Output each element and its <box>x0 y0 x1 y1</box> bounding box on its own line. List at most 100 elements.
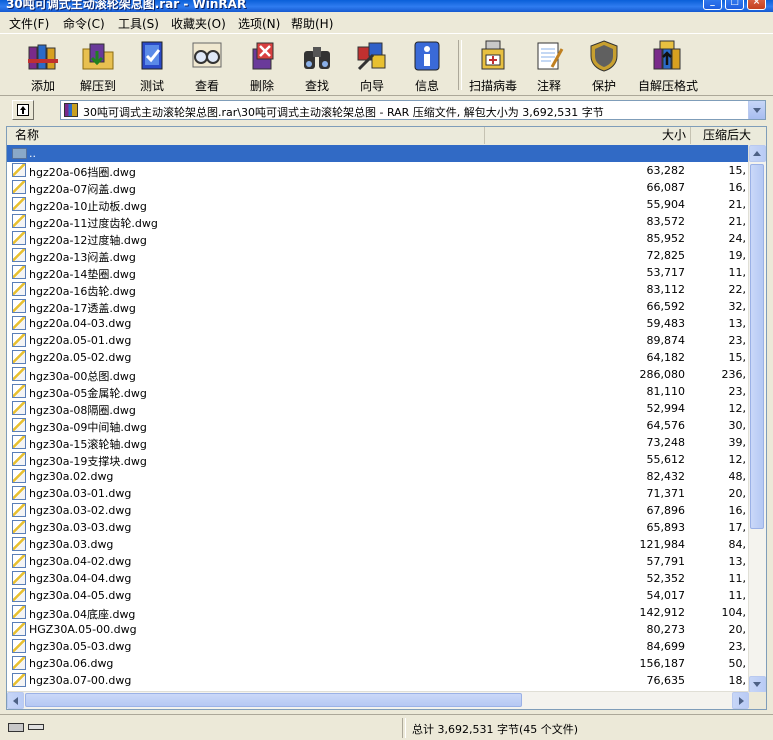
table-row[interactable]: hgz30a.03-03.dwg 65,893 17, <box>7 519 749 536</box>
column-size-header[interactable]: 大小 <box>485 127 691 144</box>
virus-scan-button[interactable]: 扫描病毒 <box>467 37 519 93</box>
table-row[interactable]: hgz20a-10止动板.dwg 55,904 21, <box>7 196 749 213</box>
parent-folder-row[interactable]: .. <box>7 145 749 162</box>
table-row[interactable]: hgz20a.05-01.dwg 89,874 23, <box>7 332 749 349</box>
file-packed-size: 13, <box>728 555 747 568</box>
minimize-button[interactable]: _ <box>703 0 722 10</box>
file-name: hgz30a-19支撑块.dwg <box>29 455 147 468</box>
window-title: 30吨可调式主动滚轮架总图.rar - WinRAR <box>6 0 247 11</box>
sfx-button[interactable]: 自解压格式 <box>638 37 698 93</box>
table-row[interactable]: hgz30a.06.dwg 156,187 50, <box>7 655 749 672</box>
info-button[interactable]: 信息 <box>401 37 453 93</box>
table-row[interactable]: HGZ30A.05-00.dwg 80,273 20, <box>7 621 749 638</box>
column-name-header[interactable]: 名称 <box>7 127 485 144</box>
menu-help[interactable]: 帮助(H) <box>291 15 333 32</box>
file-size: 72,825 <box>646 249 686 262</box>
find-button[interactable]: 查找 <box>291 37 343 93</box>
table-row[interactable]: hgz20a.04-03.dwg 59,483 13, <box>7 315 749 332</box>
column-packed-header[interactable]: 压缩后大 <box>691 127 766 144</box>
table-row[interactable]: hgz30a.02.dwg 82,432 48, <box>7 468 749 485</box>
file-name: hgz20a.05-01.dwg <box>29 334 132 347</box>
scroll-up-button[interactable] <box>749 145 766 162</box>
file-name: hgz30a.04底座.dwg <box>29 608 136 621</box>
file-size: 83,572 <box>646 215 686 228</box>
maximize-button[interactable]: □ <box>725 0 744 10</box>
view-button[interactable]: 查看 <box>181 37 233 93</box>
vertical-scroll-thumb[interactable] <box>750 164 764 529</box>
table-row[interactable]: hgz30a.03.dwg 121,984 84, <box>7 536 749 553</box>
menu-file[interactable]: 文件(F) <box>9 15 49 32</box>
close-icon: × <box>752 0 761 7</box>
table-row[interactable]: hgz30a.05-03.dwg 84,699 23, <box>7 638 749 655</box>
table-row[interactable]: hgz30a.04-04.dwg 52,352 11, <box>7 570 749 587</box>
delete-button[interactable]: 删除 <box>236 37 288 93</box>
file-packed-size: 15, <box>728 164 747 177</box>
dwg-file-icon <box>12 367 26 381</box>
table-row[interactable]: hgz20a-14垫圈.dwg 53,717 11, <box>7 264 749 281</box>
table-row[interactable]: hgz20a-13闷盖.dwg 72,825 19, <box>7 247 749 264</box>
menu-options[interactable]: 选项(N) <box>238 15 280 32</box>
scroll-right-button[interactable] <box>732 692 749 709</box>
table-row[interactable]: hgz30a.04-05.dwg 54,017 11, <box>7 587 749 604</box>
add-button[interactable]: 添加 <box>17 37 69 93</box>
table-row[interactable]: hgz30a-15滚轮轴.dwg 73,248 39, <box>7 434 749 451</box>
table-row[interactable]: hgz30a-05金属轮.dwg 81,110 23, <box>7 383 749 400</box>
table-row[interactable]: hgz20a-16齿轮.dwg 83,112 22, <box>7 281 749 298</box>
drive-icon[interactable] <box>8 723 24 732</box>
address-field[interactable]: 30吨可调式主动滚轮架总图.rar\30吨可调式主动滚轮架总图 - RAR 压缩… <box>60 100 766 120</box>
address-dropdown-button[interactable] <box>748 101 765 119</box>
info-icon <box>414 41 440 71</box>
file-packed-size: 21, <box>728 215 747 228</box>
dwg-file-icon <box>12 333 26 347</box>
table-row[interactable]: hgz20a-11过度齿轮.dwg 83,572 21, <box>7 213 749 230</box>
dwg-file-icon <box>12 452 26 466</box>
table-row[interactable]: hgz30a-08隔圈.dwg 52,994 12, <box>7 400 749 417</box>
menu-tools[interactable]: 工具(S) <box>118 15 159 32</box>
protect-button[interactable]: 保护 <box>578 37 630 93</box>
table-row[interactable]: hgz20a-17透盖.dwg 66,592 32, <box>7 298 749 315</box>
dwg-file-icon <box>12 554 26 568</box>
table-row[interactable]: hgz20a-06挡圈.dwg 63,282 15, <box>7 162 749 179</box>
table-row[interactable]: hgz30a.03-02.dwg 67,896 16, <box>7 502 749 519</box>
dwg-file-icon <box>12 503 26 517</box>
file-size: 286,080 <box>639 368 686 381</box>
vertical-scrollbar[interactable] <box>748 145 766 693</box>
table-row[interactable]: hgz30a.03-01.dwg 71,371 20, <box>7 485 749 502</box>
table-row[interactable]: hgz30a.04底座.dwg 142,912 104, <box>7 604 749 621</box>
table-row[interactable]: hgz30a.07-00.dwg 76,635 18, <box>7 672 749 689</box>
scroll-down-button[interactable] <box>749 676 766 693</box>
dwg-file-icon <box>12 299 26 313</box>
table-row[interactable]: hgz20a-07闷盖.dwg 66,087 16, <box>7 179 749 196</box>
key-icon[interactable] <box>28 724 44 730</box>
table-row[interactable]: hgz30a-19支撑块.dwg 55,612 12, <box>7 451 749 468</box>
menu-favorites[interactable]: 收藏夹(O) <box>171 15 226 32</box>
table-row[interactable]: hgz20a.05-02.dwg 64,182 15, <box>7 349 749 366</box>
file-packed-size: 16, <box>728 504 747 517</box>
comment-button[interactable]: 注释 <box>523 37 575 93</box>
file-size: 66,087 <box>646 181 686 194</box>
file-packed-size: 23, <box>728 385 747 398</box>
table-row[interactable]: hgz30a-09中间轴.dwg 64,576 30, <box>7 417 749 434</box>
wizard-button[interactable]: 向导 <box>346 37 398 93</box>
file-size: 80,273 <box>646 623 686 636</box>
table-row[interactable]: hgz20a-12过度轴.dwg 85,952 24, <box>7 230 749 247</box>
file-name: hgz30a.03-01.dwg <box>29 487 132 500</box>
menu-commands[interactable]: 命令(C) <box>63 15 105 32</box>
close-button[interactable]: × <box>747 0 766 10</box>
file-list[interactable]: 名称 大小 压缩后大 .. hgz20a-06挡圈.dwg 63,282 15, hgz… <box>6 126 767 710</box>
horizontal-scrollbar[interactable] <box>7 691 749 709</box>
horizontal-scroll-thumb[interactable] <box>25 693 522 707</box>
test-button[interactable]: 测试 <box>126 37 178 93</box>
table-row[interactable]: hgz30a-00总图.dwg 286,080 236, <box>7 366 749 383</box>
extract-to-button[interactable]: 解压到 <box>72 37 124 93</box>
file-size: 121,984 <box>639 538 686 551</box>
table-row[interactable]: hgz30a.04-02.dwg 57,791 13, <box>7 553 749 570</box>
file-name: hgz20a-06挡圈.dwg <box>29 166 136 179</box>
scroll-left-button[interactable] <box>7 692 24 709</box>
address-bar: 30吨可调式主动滚轮架总图.rar\30吨可调式主动滚轮架总图 - RAR 压缩… <box>0 95 773 123</box>
up-folder-button[interactable] <box>12 100 34 120</box>
file-packed-size: 11, <box>728 589 747 602</box>
dwg-file-icon <box>12 469 26 483</box>
title-bar[interactable]: 30吨可调式主动滚轮架总图.rar - WinRAR _ □ × <box>0 0 773 12</box>
file-size: 55,612 <box>646 453 686 466</box>
